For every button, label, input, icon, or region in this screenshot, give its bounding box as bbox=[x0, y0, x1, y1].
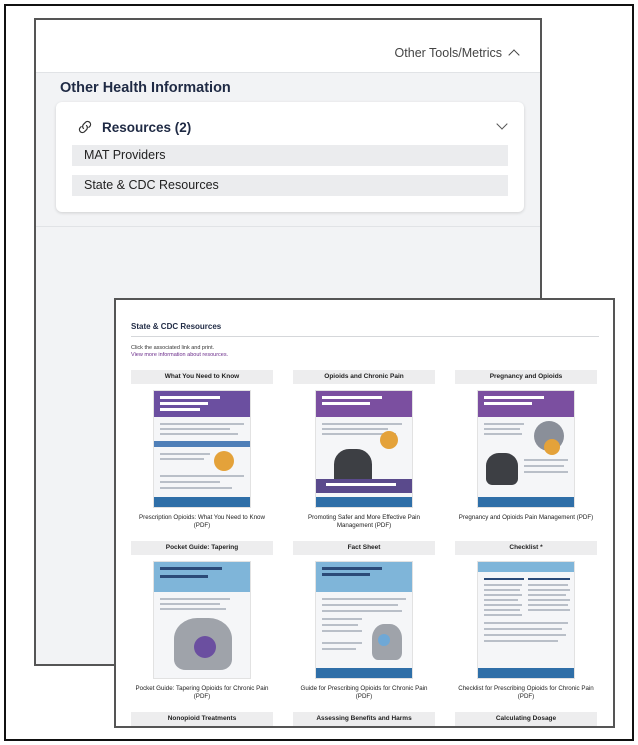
chevron-up-icon bbox=[508, 49, 520, 61]
other-tools-toggle[interactable]: Other Tools/Metrics bbox=[394, 46, 520, 61]
resource-card[interactable]: Fact Sheet Guide for Prescribing Opioids… bbox=[293, 541, 435, 706]
resource-card-title: Opioids and Chronic Pain bbox=[293, 370, 435, 384]
resource-card-caption[interactable]: Pregnancy and Opioids Pain Management (P… bbox=[455, 514, 597, 522]
resources-title: Resources (2) bbox=[102, 119, 192, 135]
resource-grid: What You Need to Know Prescription Opioi… bbox=[131, 370, 597, 726]
resources-header[interactable]: Resources (2) bbox=[76, 118, 191, 136]
panel-header: Other Tools/Metrics bbox=[36, 20, 540, 72]
state-cdc-resources-panel: State & CDC Resources Click the associat… bbox=[114, 298, 615, 728]
resource-card-title: Assessing Benefits and Harms bbox=[293, 712, 435, 726]
resource-card[interactable]: Checklist * Checklist for Prescribing Op… bbox=[455, 541, 597, 706]
section-title: Other Health Information bbox=[60, 80, 231, 96]
resource-card-title: Nonopioid Treatments bbox=[131, 712, 273, 726]
pdf-thumbnail[interactable] bbox=[315, 390, 413, 508]
resource-card-title: Calculating Dosage bbox=[455, 712, 597, 726]
divider bbox=[36, 226, 540, 227]
resource-card-title: Pocket Guide: Tapering bbox=[131, 541, 273, 555]
pdf-thumbnail[interactable] bbox=[153, 390, 251, 508]
resource-card-caption[interactable]: Prescription Opioids: What You Need to K… bbox=[131, 514, 273, 530]
resource-card[interactable]: Pregnancy and Opioids Pregnancy and Opio… bbox=[455, 370, 597, 535]
resources-card: Resources (2) MAT Providers State & CDC … bbox=[56, 102, 524, 212]
resource-card-caption[interactable]: Pocket Guide: Tapering Opioids for Chron… bbox=[131, 685, 273, 701]
panel-title: State & CDC Resources bbox=[131, 322, 222, 331]
resource-card[interactable]: What You Need to Know Prescription Opioi… bbox=[131, 370, 273, 535]
link-icon bbox=[78, 120, 92, 134]
resource-card-caption[interactable]: Checklist for Prescribing Opioids for Ch… bbox=[455, 685, 597, 701]
resource-card-caption[interactable]: Guide for Prescribing Opioids for Chroni… bbox=[293, 685, 435, 701]
pdf-thumbnail[interactable] bbox=[477, 390, 575, 508]
resource-card-title: What You Need to Know bbox=[131, 370, 273, 384]
resource-card-title: Pregnancy and Opioids bbox=[455, 370, 597, 384]
other-tools-label: Other Tools/Metrics bbox=[394, 46, 502, 60]
resource-card[interactable]: Opioids and Chronic Pain Promoting Safer… bbox=[293, 370, 435, 535]
intro-instruction: Click the associated link and print. bbox=[131, 345, 215, 351]
chevron-down-icon[interactable] bbox=[496, 118, 508, 130]
divider bbox=[36, 72, 540, 73]
divider bbox=[131, 336, 599, 337]
resource-card[interactable]: Pocket Guide: Tapering Pocket Guide: Tap… bbox=[131, 541, 273, 706]
resource-card-caption[interactable]: Promoting Safer and More Effective Pain … bbox=[293, 514, 435, 530]
resource-item-mat-providers[interactable]: MAT Providers bbox=[72, 145, 508, 166]
resource-card[interactable]: Calculating Dosage bbox=[455, 712, 597, 726]
pdf-thumbnail[interactable] bbox=[477, 561, 575, 679]
intro-text: Click the associated link and print. Vie… bbox=[131, 345, 228, 359]
resource-card-title: Fact Sheet bbox=[293, 541, 435, 555]
pdf-thumbnail[interactable] bbox=[153, 561, 251, 679]
resource-item-state-cdc[interactable]: State & CDC Resources bbox=[72, 175, 508, 196]
more-info-link[interactable]: View more information about resources. bbox=[131, 352, 228, 359]
resource-card[interactable]: Assessing Benefits and Harms bbox=[293, 712, 435, 726]
resource-card[interactable]: Nonopioid Treatments bbox=[131, 712, 273, 726]
pdf-thumbnail[interactable] bbox=[315, 561, 413, 679]
resource-card-title: Checklist * bbox=[455, 541, 597, 555]
